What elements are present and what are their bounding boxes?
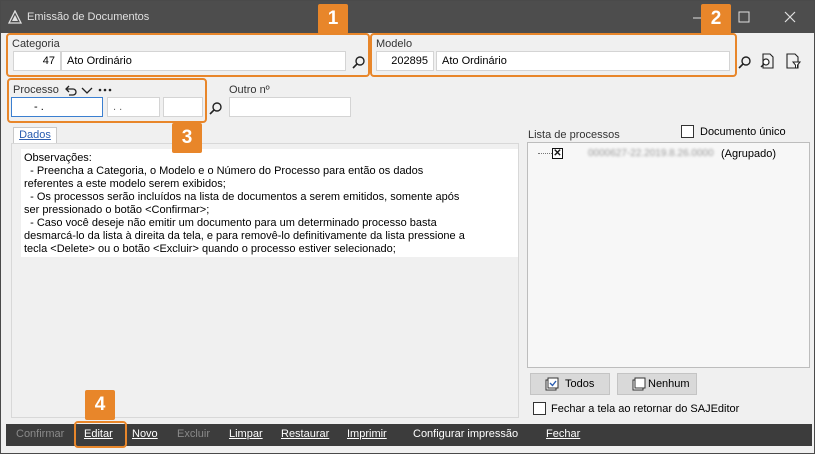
badge-3: 3 (172, 123, 202, 153)
tree-connector (538, 153, 552, 154)
title-bar: Emissão de Documentos (1, 1, 814, 33)
documento-unico-label[interactable]: Documento único (700, 126, 786, 138)
nenhum-button[interactable]: Nenhum (617, 373, 697, 395)
process-item-suffix: (Agrupado) (721, 148, 777, 160)
confirmar-button[interactable]: Confirmar (16, 428, 64, 440)
highlight-modelo (370, 33, 737, 77)
window-title: Emissão de Documentos (27, 11, 150, 23)
fechar-tela-checkbox[interactable] (533, 402, 546, 415)
uncheck-all-icon (632, 377, 646, 391)
badge-2: 2 (701, 4, 731, 34)
documento-unico-checkbox[interactable] (681, 125, 694, 138)
excluir-button[interactable]: Excluir (177, 428, 210, 440)
close-icon[interactable] (767, 1, 813, 33)
app-icon (7, 9, 23, 24)
todos-label: Todos (565, 378, 595, 390)
processo-search-icon[interactable] (208, 100, 224, 116)
fechar-tela-label[interactable]: Fechar a tela ao retornar do SAJEditor (551, 403, 739, 415)
imprimir-button[interactable]: Imprimir (347, 428, 387, 440)
document-search-icon[interactable] (759, 53, 775, 69)
highlight-categoria (6, 33, 370, 77)
outro-numero-label: Outro nº (229, 84, 270, 96)
fechar-button[interactable]: Fechar (546, 428, 580, 440)
highlight-editar (74, 421, 127, 448)
tab-dados[interactable]: Dados (13, 127, 57, 144)
todos-button[interactable]: Todos (530, 373, 610, 395)
document-filter-icon[interactable] (785, 53, 801, 69)
emissao-window: Emissão de Documentos Categoria 47 Ato O… (0, 0, 815, 454)
nenhum-label: Nenhum (648, 378, 690, 390)
configurar-impressao-button[interactable]: Configurar impressão (413, 428, 518, 440)
limpar-button[interactable]: Limpar (229, 428, 263, 440)
restaurar-button[interactable]: Restaurar (281, 428, 329, 440)
lista-processos-box[interactable] (527, 142, 810, 368)
badge-1: 1 (318, 4, 348, 34)
novo-button[interactable]: Novo (132, 428, 158, 440)
lista-processos-label: Lista de processos (528, 129, 620, 141)
modelo-search-icon[interactable] (737, 54, 753, 70)
check-all-icon (545, 377, 559, 391)
highlight-processo (7, 78, 207, 123)
observacoes-text: Observações: - Preencha a Categoria, o M… (21, 149, 518, 257)
outro-numero-field[interactable] (229, 97, 351, 117)
process-item-checkbox[interactable]: ✕ (552, 148, 563, 159)
badge-4: 4 (85, 390, 115, 420)
process-item-number: 0000627-22.2019.8.26.0000 (588, 148, 714, 159)
